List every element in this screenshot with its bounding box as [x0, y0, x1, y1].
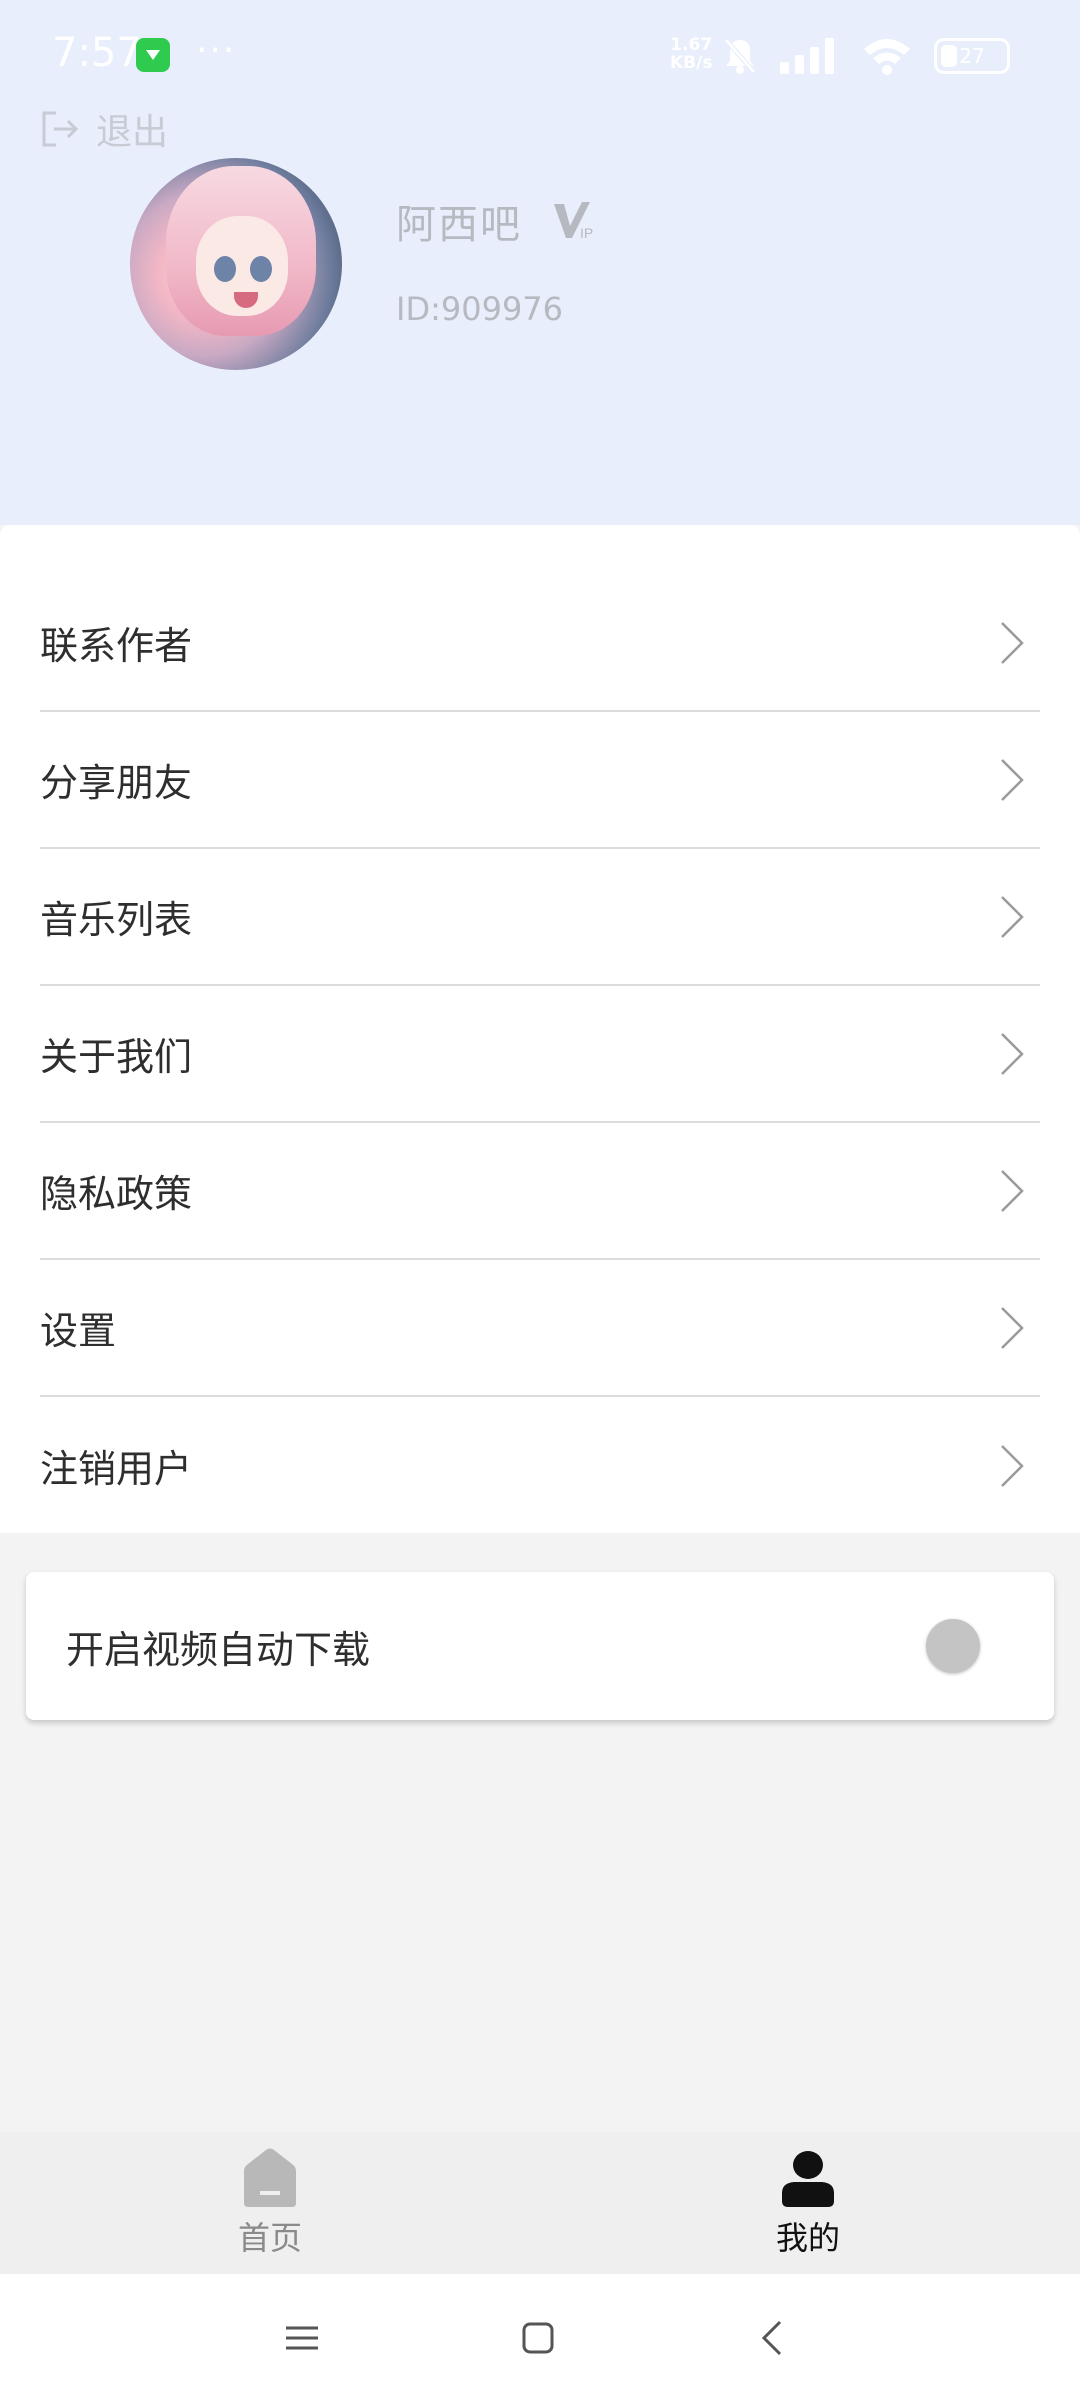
menu-item-privacy-policy[interactable]: 隐私政策 — [40, 1123, 1040, 1260]
menu-item-label: 分享朋友 — [40, 761, 193, 805]
recent-apps-icon[interactable] — [280, 2316, 324, 2360]
menu-item-music-list[interactable]: 音乐列表 — [40, 849, 1040, 986]
menu-item-contact-author[interactable]: 联系作者 — [40, 575, 1040, 712]
svg-text:IP: IP — [580, 225, 593, 241]
back-icon[interactable] — [752, 2316, 796, 2360]
menu-item-label: 设置 — [40, 1309, 117, 1353]
status-time: 7:57 — [52, 30, 142, 76]
avatar[interactable] — [130, 158, 342, 370]
system-navigation-bar — [0, 2274, 1080, 2400]
battery-level: 27 — [959, 44, 985, 68]
logout-button[interactable]: 退出 — [40, 104, 168, 154]
user-icon — [782, 2151, 834, 2207]
menu-item-settings[interactable]: 设置 — [40, 1260, 1040, 1397]
chevron-right-icon — [1001, 758, 1024, 801]
chevron-right-icon — [1001, 1444, 1024, 1487]
user-id: ID:909976 — [396, 290, 564, 328]
tab-mine[interactable]: 我的 — [708, 2132, 908, 2274]
network-speed-unit: KB/s — [670, 53, 713, 73]
chevron-right-icon — [1001, 1169, 1024, 1212]
tab-home[interactable]: 首页 — [170, 2132, 370, 2274]
battery-icon: 27 — [934, 38, 1010, 74]
download-notification-icon — [136, 38, 170, 72]
menu-item-label: 音乐列表 — [40, 898, 193, 942]
chevron-right-icon — [1001, 621, 1024, 664]
vip-badge-icon: IP — [554, 202, 593, 241]
chevron-right-icon — [1001, 895, 1024, 938]
home-button-icon[interactable] — [516, 2316, 560, 2360]
chevron-right-icon — [1001, 1032, 1024, 1075]
profile-screen: 7:57 ··· 1.67 KB/s 27 退出 阿西吧 IP ID:90997… — [0, 0, 1080, 2400]
network-speed: 1.67 KB/s — [670, 36, 712, 72]
auto-download-label: 开启视频自动下载 — [66, 1627, 371, 1672]
more-notifications-icon: ··· — [196, 30, 237, 71]
wifi-icon — [864, 39, 910, 75]
signal-icon — [780, 38, 834, 74]
bottom-nav: 首页 我的 — [0, 2132, 1080, 2274]
menu-list: 联系作者 分享朋友 音乐列表 关于我们 隐私政策 设置 注销用户 — [0, 525, 1080, 1533]
logout-icon — [42, 111, 79, 147]
menu-item-delete-account[interactable]: 注销用户 — [40, 1397, 1040, 1534]
menu-item-about-us[interactable]: 关于我们 — [40, 986, 1040, 1123]
menu-item-label: 关于我们 — [40, 1035, 193, 1079]
status-icons: 27 — [722, 34, 1010, 78]
auto-download-toggle[interactable] — [926, 1619, 980, 1673]
tab-mine-label: 我的 — [775, 2219, 840, 2257]
auto-download-setting: 开启视频自动下载 — [26, 1572, 1054, 1720]
menu-item-label: 隐私政策 — [40, 1172, 193, 1216]
menu-item-share-friends[interactable]: 分享朋友 — [40, 712, 1040, 849]
chevron-right-icon — [1001, 1306, 1024, 1349]
home-icon — [244, 2148, 296, 2207]
menu-item-label: 联系作者 — [40, 624, 193, 668]
profile-header: 7:57 ··· 1.67 KB/s 27 退出 阿西吧 IP ID:90997… — [0, 0, 1080, 525]
menu-item-label: 注销用户 — [40, 1447, 193, 1491]
username: 阿西吧 — [396, 202, 522, 248]
status-bar: 7:57 ··· 1.67 KB/s 27 — [0, 0, 1080, 110]
mute-bell-icon — [724, 38, 756, 74]
network-speed-value: 1.67 — [670, 35, 713, 55]
logout-label: 退出 — [96, 112, 169, 153]
tab-home-label: 首页 — [237, 2219, 302, 2257]
